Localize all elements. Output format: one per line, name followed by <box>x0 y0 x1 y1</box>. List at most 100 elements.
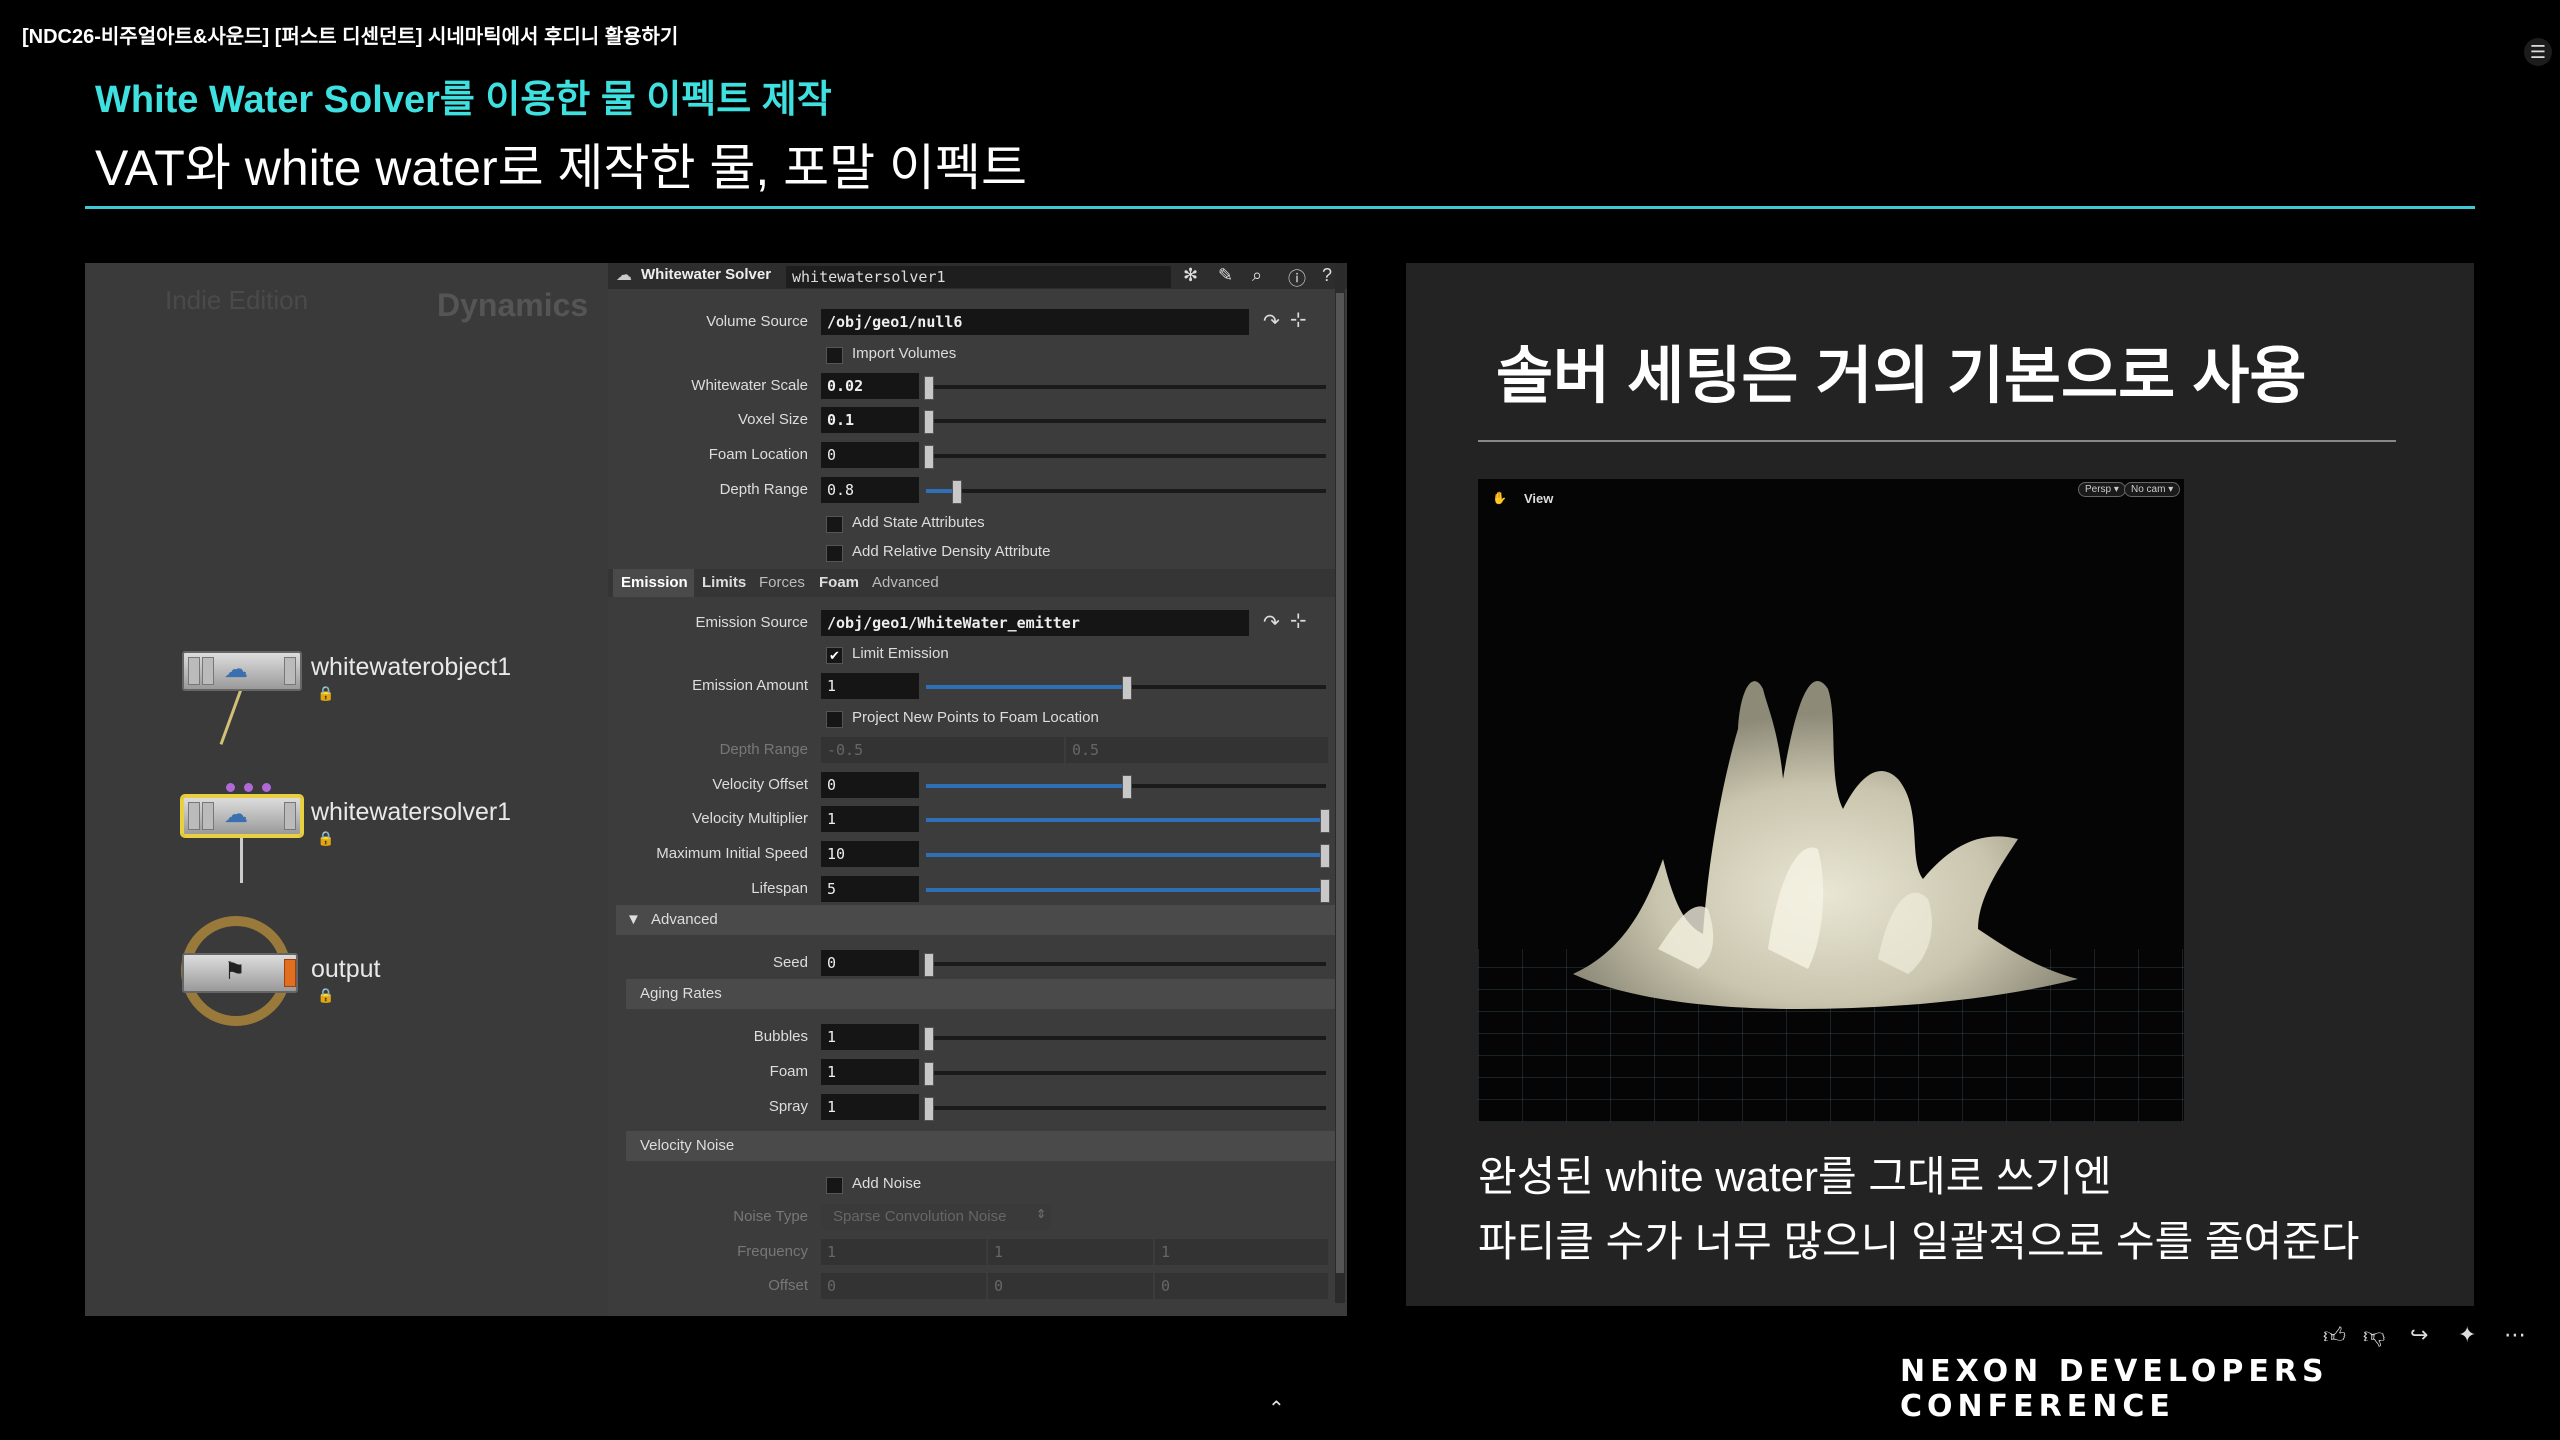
slider-handle[interactable] <box>924 376 934 400</box>
advanced-folder[interactable]: ▼ Advanced <box>616 905 1338 935</box>
slider-handle[interactable] <box>1122 775 1132 799</box>
slider-handle[interactable] <box>924 445 934 469</box>
node-whitewatersolver1[interactable]: ☁ <box>182 796 302 836</box>
lifespan-label: Lifespan <box>751 880 808 897</box>
network-editor[interactable]: Indie Edition Dynamics ☁ whitewaterobjec… <box>85 263 608 1316</box>
foam-location-field[interactable]: 0 <box>821 442 919 468</box>
slider-track[interactable] <box>926 454 1326 458</box>
limit-emission-label: Limit Emission <box>852 645 949 662</box>
import-volumes-checkbox[interactable] <box>826 347 843 364</box>
add-relative-density-label: Add Relative Density Attribute <box>852 543 1051 560</box>
depth-range-field[interactable]: 0.8 <box>821 477 919 503</box>
velocity-multiplier-field[interactable]: 1 <box>821 806 919 832</box>
frequency-y-field[interactable]: 1 <box>988 1239 1153 1265</box>
emission-source-field[interactable]: /obj/geo1/WhiteWater_emitter <box>821 610 1249 636</box>
slider-handle[interactable] <box>1320 844 1330 868</box>
slider-track[interactable] <box>926 419 1326 423</box>
more-icon[interactable]: ⋯ <box>2504 1322 2526 1348</box>
limit-emission-checkbox[interactable]: ✔ <box>826 647 843 664</box>
slider-handle[interactable] <box>952 480 962 504</box>
sparkle-icon[interactable]: ✦ <box>2458 1322 2476 1348</box>
tab-advanced[interactable]: Advanced <box>864 569 947 597</box>
lifespan-field[interactable]: 5 <box>821 876 919 902</box>
solver-node-icon: ☁ <box>616 267 632 284</box>
chevron-up-icon[interactable]: ⌃ <box>1268 1396 1285 1421</box>
offset-x-field[interactable]: 0 <box>821 1273 986 1299</box>
slider-handle[interactable] <box>924 1062 934 1086</box>
info-icon[interactable]: ⓘ <box>1288 265 1306 291</box>
conference-logo: NEXON DEVELOPERS CONFERENCE <box>1900 1354 2329 1424</box>
velocity-offset-field[interactable]: 0 <box>821 772 919 798</box>
bubbles-field[interactable]: 1 <box>821 1024 919 1050</box>
scrollbar-thumb[interactable] <box>1336 293 1344 1273</box>
tab-limits[interactable]: Limits <box>694 569 755 597</box>
share-icon[interactable]: ↪ <box>2410 1322 2428 1348</box>
node-chooser-icon[interactable]: ⊹ <box>1290 307 1307 332</box>
noise-type-select[interactable]: Sparse Convolution Noise <box>821 1204 1051 1230</box>
houdini-viewport[interactable]: ✋ View Persp ▾ No cam ▾ <box>1478 479 2184 1122</box>
slider-track[interactable] <box>926 1106 1326 1110</box>
offset-z-field[interactable]: 0 <box>1155 1273 1328 1299</box>
slider-handle[interactable] <box>924 410 934 434</box>
caption-line-1: 완성된 white water를 그대로 쓰기엔 <box>1478 1153 2112 1200</box>
hamburger-menu-icon[interactable]: ☰ <box>2524 38 2552 66</box>
thumbs-up-icon[interactable]: 👍︎ <box>2323 1322 2346 1349</box>
whitewater-scale-label: Whitewater Scale <box>691 377 808 394</box>
emission-amount-field[interactable]: 1 <box>821 673 919 699</box>
tab-foam[interactable]: Foam <box>811 569 868 597</box>
node-label: whitewaterobject1 <box>311 653 512 681</box>
slider-track[interactable] <box>926 962 1326 966</box>
node-chooser-icon[interactable]: ⊹ <box>1290 608 1307 633</box>
slider-handle[interactable] <box>1320 809 1330 833</box>
slider-handle[interactable] <box>924 1027 934 1051</box>
gear-icon[interactable]: ✻ <box>1183 265 1198 286</box>
slider-track[interactable] <box>926 385 1326 389</box>
slider-track[interactable] <box>926 1036 1326 1040</box>
add-relative-density-checkbox[interactable] <box>826 545 843 562</box>
offset-y-field[interactable]: 0 <box>988 1273 1153 1299</box>
jump-icon[interactable]: ↷ <box>1263 610 1280 635</box>
seed-field[interactable]: 0 <box>821 950 919 976</box>
slider-handle[interactable] <box>1320 879 1330 903</box>
node-output[interactable]: ⚑ <box>182 953 298 993</box>
node-whitewaterobject1[interactable]: ☁ <box>182 651 302 691</box>
slider-handle[interactable] <box>1122 676 1132 700</box>
tab-forces[interactable]: Forces <box>751 569 813 597</box>
node-label: whitewatersolver1 <box>311 798 512 826</box>
max-initial-speed-field[interactable]: 10 <box>821 841 919 867</box>
param-scrollbar[interactable] <box>1335 263 1345 1303</box>
foam-rate-field[interactable]: 1 <box>821 1059 919 1085</box>
slider-handle[interactable] <box>924 1097 934 1121</box>
search-icon[interactable]: ⌕ <box>1252 265 1262 286</box>
depth-range-min-field[interactable]: -0.5 <box>821 737 1064 763</box>
slider-fill <box>926 784 1126 788</box>
add-state-attributes-checkbox[interactable] <box>826 516 843 533</box>
lock-icon: 🔒 <box>317 830 335 846</box>
thumbs-down-icon[interactable]: 👎︎ <box>2363 1322 2385 1349</box>
tab-emission[interactable]: Emission <box>613 569 696 597</box>
node-name-field[interactable]: whitewatersolver1 <box>786 266 1171 288</box>
brush-icon[interactable]: ✎ <box>1218 265 1233 286</box>
slider-track[interactable] <box>926 489 1326 493</box>
depth-range-label: Depth Range <box>719 741 808 758</box>
volume-source-field[interactable]: /obj/geo1/null6 <box>821 309 1249 335</box>
video-title: [NDC26-비주얼아트&사운드] [퍼스트 디센던트] 시네마틱에서 후디니 … <box>22 26 679 48</box>
aging-rates-folder[interactable]: Aging Rates <box>626 979 1338 1009</box>
voxel-size-field[interactable]: 0.1 <box>821 407 919 433</box>
slider-track[interactable] <box>926 1071 1326 1075</box>
jump-icon[interactable]: ↷ <box>1263 309 1280 334</box>
add-noise-checkbox[interactable] <box>826 1177 843 1194</box>
spray-rate-field[interactable]: 1 <box>821 1094 919 1120</box>
frequency-x-field[interactable]: 1 <box>821 1239 986 1265</box>
depth-range-max-field[interactable]: 0.5 <box>1066 737 1328 763</box>
slider-handle[interactable] <box>924 953 934 977</box>
slider-fill <box>926 685 1126 689</box>
add-state-attributes-label: Add State Attributes <box>852 514 985 531</box>
whitewater-scale-field[interactable]: 0.02 <box>821 373 919 399</box>
seed-label: Seed <box>772 954 808 971</box>
frequency-z-field[interactable]: 1 <box>1155 1239 1328 1265</box>
input-dot <box>226 783 235 792</box>
help-icon[interactable]: ? <box>1322 265 1332 286</box>
project-new-points-checkbox[interactable] <box>826 711 843 728</box>
velocity-noise-folder[interactable]: Velocity Noise <box>626 1131 1338 1161</box>
